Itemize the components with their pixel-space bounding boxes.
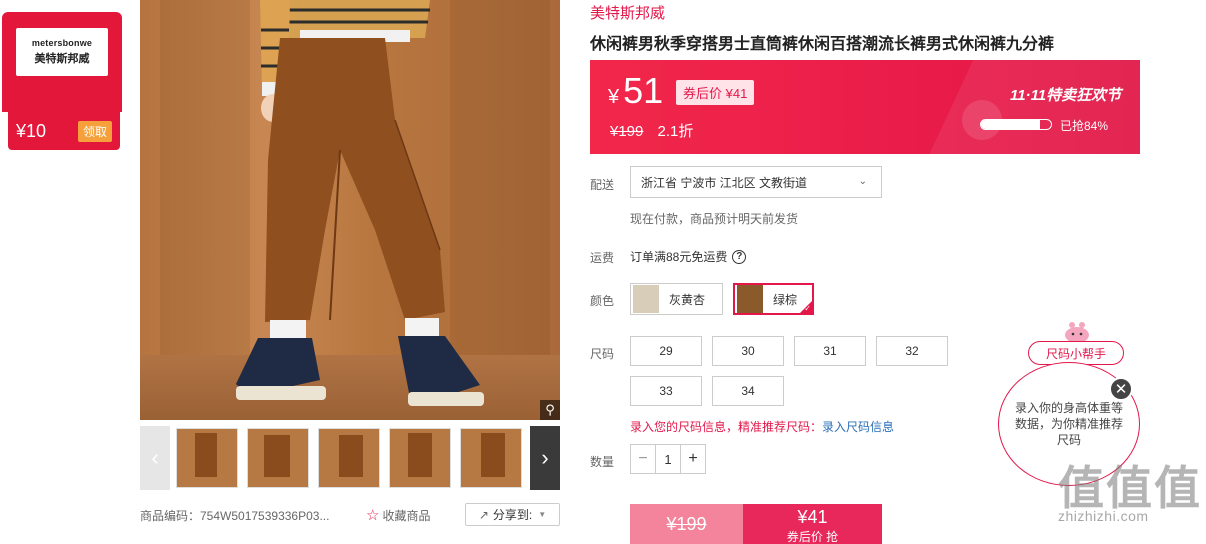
size-option[interactable]: 34 — [712, 376, 784, 406]
chevron-right-icon[interactable]: › — [530, 426, 560, 490]
buy-price: ¥41 — [797, 507, 828, 527]
thumbnail[interactable] — [318, 428, 380, 488]
coupon-bottom: ¥10 领取 — [8, 112, 120, 150]
site-watermark-url: zhizhizhi.com — [1058, 508, 1149, 524]
brand-logo-cn: 美特斯邦威 — [34, 53, 90, 65]
quantity-stepper: − 1 + — [630, 444, 706, 474]
magnifier-icon[interactable]: ⚲ — [540, 400, 560, 420]
festival-label: 11·11特卖狂欢节 — [1010, 87, 1122, 104]
freight-label: 运费 — [590, 251, 615, 265]
color-option[interactable]: 灰黄杏 — [630, 283, 723, 315]
size-hint-text: 录入您的尺码信息，精准推荐尺码： — [630, 420, 823, 434]
color-option-label: 绿棕 — [773, 292, 798, 307]
size-hint-link[interactable]: 录入尺码信息 — [822, 420, 894, 434]
sold-progress-fill — [981, 120, 1040, 129]
share-button[interactable]: ↗ 分享到: ▼ — [465, 503, 560, 526]
chevron-down-icon: ⌄ — [858, 176, 867, 187]
buy-sub-label: 券后价 抢 — [786, 530, 839, 544]
color-option-label: 灰黄杏 — [669, 292, 706, 307]
caret-down-icon: ▼ — [538, 510, 547, 519]
brand-logo-en: metersbonwe — [31, 38, 93, 48]
buy-original-price: ¥199 — [630, 504, 743, 544]
delivery-label: 配送 — [590, 178, 615, 192]
chevron-left-icon[interactable]: ‹ — [140, 426, 170, 490]
size-option[interactable]: 30 — [712, 336, 784, 366]
close-icon[interactable]: ✕ — [1109, 377, 1133, 401]
price-value: 51 — [623, 70, 664, 111]
price-currency: ¥ — [608, 86, 620, 108]
discount-rate: 2.1折 — [657, 123, 694, 140]
color-swatch — [737, 285, 763, 313]
main-product-image[interactable]: ⚲ — [140, 0, 560, 420]
favorite-button[interactable]: ☆ 收藏商品 — [366, 506, 430, 524]
quantity-minus-button[interactable]: − — [631, 445, 655, 473]
current-price: ¥ 51 — [608, 70, 663, 112]
size-option[interactable]: 29 — [630, 336, 702, 366]
share-icon: ↗ — [478, 507, 489, 522]
brand-logo: metersbonwe 美特斯邦威 — [16, 28, 108, 76]
color-swatch — [633, 285, 659, 313]
coupon-amount: ¥10 — [16, 120, 47, 141]
original-price-row: ¥199 2.1折 — [610, 120, 693, 141]
thumbnail[interactable] — [389, 428, 451, 488]
star-icon: ☆ — [366, 507, 380, 524]
address-select[interactable]: 浙江省 宁波市 江北区 文教街道 ⌄ — [630, 166, 882, 198]
thumbnail[interactable] — [247, 428, 309, 488]
coupon-top: metersbonwe 美特斯邦威 — [2, 12, 122, 112]
product-code: 商品编码：754W5017539336P03... — [140, 508, 330, 523]
quantity-input[interactable]: 1 — [655, 445, 681, 473]
buy-coupon-price: ¥41 券后价 抢 — [743, 504, 882, 544]
address-value: 浙江省 宁波市 江北区 文教街道 — [641, 175, 808, 190]
help-icon[interactable]: ? — [732, 249, 747, 264]
freight-text: 订单满88元免运费 — [630, 250, 728, 264]
quantity-label: 数量 — [590, 455, 615, 469]
thumbnail[interactable] — [176, 428, 238, 488]
after-coupon-badge: 券后价 ¥41 — [676, 80, 755, 105]
bunny-mascot-icon — [1065, 322, 1089, 342]
brand-coupon-card[interactable]: metersbonwe 美特斯邦威 ¥10 领取 — [2, 12, 122, 150]
size-option[interactable]: 31 — [794, 336, 866, 366]
buy-button[interactable]: ¥199 ¥41 券后价 抢 — [630, 504, 882, 544]
product-meta-row: 商品编码：754W5017539336P03... ☆ 收藏商品 ↗ 分享到: … — [140, 503, 560, 527]
coupon-get-button[interactable]: 领取 — [77, 120, 112, 142]
brand-link[interactable]: 美特斯邦威 — [590, 2, 665, 23]
shipping-note: 现在付款，商品预计明天前发货 — [630, 212, 799, 226]
check-icon: ✓ — [804, 304, 811, 313]
favorite-label: 收藏商品 — [382, 508, 431, 523]
thumbnail-strip: ‹ › — [140, 426, 560, 490]
original-price: ¥199 — [610, 123, 644, 140]
color-label: 颜色 — [590, 294, 615, 308]
product-title: 休闲裤男秋季穿搭男士直筒裤休闲百搭潮流长裤男式休闲裤九分裤 — [590, 36, 1055, 53]
sold-percent: 已抢84% — [1060, 119, 1109, 133]
share-label: 分享到: — [492, 508, 533, 522]
model-figure — [236, 0, 484, 406]
sold-progress-bar — [980, 119, 1052, 130]
color-option-selected[interactable]: 绿棕 ✓ — [733, 283, 814, 315]
thumbnail[interactable] — [460, 428, 522, 488]
quantity-plus-button[interactable]: + — [681, 445, 705, 473]
size-option[interactable]: 32 — [876, 336, 948, 366]
size-hint: 录入您的尺码信息，精准推荐尺码：录入尺码信息 — [630, 418, 894, 435]
size-option[interactable]: 33 — [630, 376, 702, 406]
freight-info: 订单满88元免运费 ? — [630, 248, 747, 265]
price-banner: ¥ 51 券后价 ¥41 ¥199 2.1折 11·11特卖狂欢节 已抢84% — [590, 60, 1140, 154]
size-label: 尺码 — [590, 347, 615, 361]
